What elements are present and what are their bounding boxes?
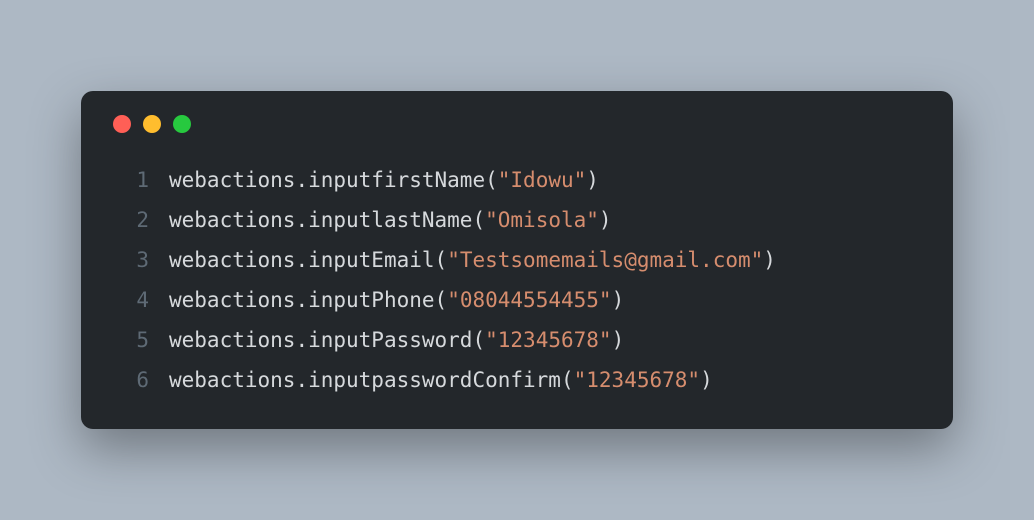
code-content: webactions.inputPassword("12345678") bbox=[169, 321, 624, 361]
minimize-icon[interactable] bbox=[143, 115, 161, 133]
code-paren-open: ( bbox=[485, 168, 498, 192]
code-line: 3 webactions.inputEmail("Testsomemails@g… bbox=[109, 241, 925, 281]
code-block: 1 webactions.inputfirstName("Idowu") 2 w… bbox=[109, 161, 925, 400]
code-method: inputpasswordConfirm bbox=[308, 368, 561, 392]
code-content: webactions.inputPhone("08044554455") bbox=[169, 281, 624, 321]
code-content: webactions.inputEmail("Testsomemails@gma… bbox=[169, 241, 776, 281]
code-object: webactions bbox=[169, 368, 295, 392]
code-dot: . bbox=[295, 208, 308, 232]
code-content: webactions.inputfirstName("Idowu") bbox=[169, 161, 599, 201]
code-dot: . bbox=[295, 368, 308, 392]
code-string: "12345678" bbox=[574, 368, 700, 392]
code-content: webactions.inputpasswordConfirm("1234567… bbox=[169, 361, 713, 401]
line-number: 4 bbox=[109, 281, 149, 321]
code-paren-close: ) bbox=[612, 328, 625, 352]
code-line: 1 webactions.inputfirstName("Idowu") bbox=[109, 161, 925, 201]
code-line: 5 webactions.inputPassword("12345678") bbox=[109, 321, 925, 361]
code-window: 1 webactions.inputfirstName("Idowu") 2 w… bbox=[81, 91, 953, 428]
code-paren-close: ) bbox=[700, 368, 713, 392]
close-icon[interactable] bbox=[113, 115, 131, 133]
code-line: 4 webactions.inputPhone("08044554455") bbox=[109, 281, 925, 321]
code-string: "12345678" bbox=[485, 328, 611, 352]
traffic-lights bbox=[109, 115, 925, 133]
line-number: 1 bbox=[109, 161, 149, 201]
line-number: 3 bbox=[109, 241, 149, 281]
code-method: inputlastName bbox=[308, 208, 472, 232]
code-string: "Idowu" bbox=[498, 168, 587, 192]
line-number: 2 bbox=[109, 201, 149, 241]
code-string: "Testsomemails@gmail.com" bbox=[447, 248, 763, 272]
code-line: 2 webactions.inputlastName("Omisola") bbox=[109, 201, 925, 241]
code-content: webactions.inputlastName("Omisola") bbox=[169, 201, 612, 241]
code-line: 6 webactions.inputpasswordConfirm("12345… bbox=[109, 361, 925, 401]
code-paren-open: ( bbox=[435, 288, 448, 312]
code-dot: . bbox=[295, 288, 308, 312]
code-dot: . bbox=[295, 168, 308, 192]
line-number: 6 bbox=[109, 361, 149, 401]
code-paren-close: ) bbox=[599, 208, 612, 232]
code-object: webactions bbox=[169, 328, 295, 352]
code-dot: . bbox=[295, 328, 308, 352]
code-paren-open: ( bbox=[435, 248, 448, 272]
code-paren-open: ( bbox=[472, 208, 485, 232]
code-paren-close: ) bbox=[763, 248, 776, 272]
code-object: webactions bbox=[169, 288, 295, 312]
code-object: webactions bbox=[169, 208, 295, 232]
code-paren-open: ( bbox=[561, 368, 574, 392]
code-paren-open: ( bbox=[472, 328, 485, 352]
code-string: "08044554455" bbox=[447, 288, 611, 312]
zoom-icon[interactable] bbox=[173, 115, 191, 133]
line-number: 5 bbox=[109, 321, 149, 361]
code-paren-close: ) bbox=[612, 288, 625, 312]
code-object: webactions bbox=[169, 248, 295, 272]
code-method: inputfirstName bbox=[308, 168, 485, 192]
code-method: inputPhone bbox=[308, 288, 434, 312]
code-object: webactions bbox=[169, 168, 295, 192]
code-string: "Omisola" bbox=[485, 208, 599, 232]
code-paren-close: ) bbox=[586, 168, 599, 192]
code-method: inputEmail bbox=[308, 248, 434, 272]
code-dot: . bbox=[295, 248, 308, 272]
code-method: inputPassword bbox=[308, 328, 472, 352]
